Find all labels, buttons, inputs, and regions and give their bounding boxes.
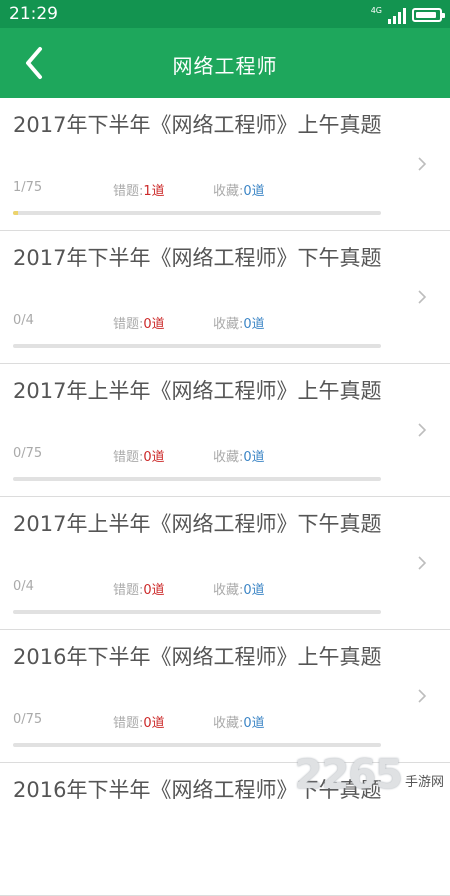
chevron-right-icon: [418, 689, 427, 703]
favorite-count: 收藏:0道: [213, 583, 265, 598]
network-type: 4G: [370, 6, 382, 15]
favorite-count: 收藏:0道: [213, 450, 265, 465]
favorite-count: 收藏:0道: [213, 716, 265, 731]
progress-count: 1/75: [13, 180, 43, 195]
battery-icon: [412, 8, 445, 22]
progress-bar: [13, 211, 381, 215]
progress-bar: [13, 344, 381, 348]
progress-fill: [13, 211, 18, 215]
watermark-number: 2265: [294, 752, 403, 798]
chevron-right-icon: [418, 423, 427, 437]
page-title: 网络工程师: [172, 54, 278, 78]
chevron-right-icon: [418, 290, 427, 304]
chevron-right-icon: [418, 556, 427, 570]
progress-count: 0/4: [13, 313, 34, 328]
list-item[interactable]: 2017年下半年《网络工程师》上午真题 1/75 错题:1道 收藏:0道: [0, 98, 450, 231]
exam-stats: 1/75 错题:1道 收藏:0道: [13, 180, 383, 199]
list-item[interactable]: 2017年上半年《网络工程师》下午真题 0/4 错题:0道 收藏:0道: [0, 497, 450, 630]
exam-title: 2017年上半年《网络工程师》下午真题: [13, 512, 382, 536]
wrong-count: 错题:0道: [113, 317, 165, 332]
wrong-count: 错题:0道: [113, 716, 165, 731]
signal-icon: [388, 8, 406, 24]
progress-bar: [13, 610, 381, 614]
exam-stats: 0/4 错题:0道 收藏:0道: [13, 313, 383, 332]
exam-stats: 0/75 错题:0道 收藏:0道: [13, 712, 383, 731]
site-watermark: 2265 手游网: [295, 752, 444, 798]
progress-count: 0/75: [13, 446, 43, 461]
list-item[interactable]: 2016年下半年《网络工程师》上午真题 0/75 错题:0道 收藏:0道: [0, 630, 450, 763]
app-header: 网络工程师: [0, 28, 450, 98]
list-item[interactable]: 2017年上半年《网络工程师》上午真题 0/75 错题:0道 收藏:0道: [0, 364, 450, 497]
progress-count: 0/75: [13, 712, 43, 727]
wrong-count: 错题:0道: [113, 583, 165, 598]
status-bar: 21:29 4G: [0, 0, 450, 28]
exam-title: 2017年下半年《网络工程师》上午真题: [13, 113, 382, 137]
exam-stats: 0/75 错题:0道 收藏:0道: [13, 446, 383, 465]
wrong-count: 错题:0道: [113, 450, 165, 465]
chevron-right-icon: [418, 157, 427, 171]
watermark-text: 手游网: [404, 774, 444, 790]
exam-title: 2017年上半年《网络工程师》上午真题: [13, 379, 382, 403]
exam-title: 2016年下半年《网络工程师》上午真题: [13, 645, 382, 669]
progress-bar: [13, 477, 381, 481]
status-time: 21:29: [9, 4, 58, 24]
status-icons: 4G: [370, 4, 445, 24]
exam-stats: 0/4 错题:0道 收藏:0道: [13, 579, 383, 598]
favorite-count: 收藏:0道: [213, 317, 265, 332]
list-item[interactable]: 2017年下半年《网络工程师》下午真题 0/4 错题:0道 收藏:0道: [0, 231, 450, 364]
exam-title: 2017年下半年《网络工程师》下午真题: [13, 246, 382, 270]
progress-bar: [13, 743, 381, 747]
favorite-count: 收藏:0道: [213, 184, 265, 199]
progress-count: 0/4: [13, 579, 34, 594]
wrong-count: 错题:1道: [113, 184, 165, 199]
